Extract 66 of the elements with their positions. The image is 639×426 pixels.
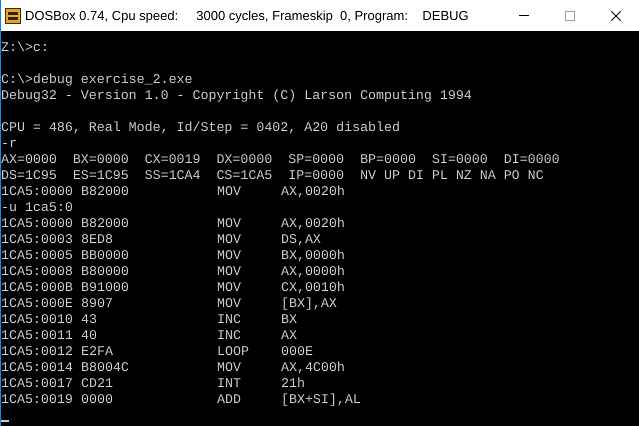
opcode-bytes: 8ED8 xyxy=(81,232,114,248)
mnemonic-text: MOV xyxy=(217,184,242,200)
minimize-icon xyxy=(519,15,529,16)
opcode-bytes: BB0000 xyxy=(81,248,130,264)
operand-text: AX,0000h xyxy=(281,264,345,280)
opcode-bytes: E2FA xyxy=(81,344,114,360)
maximize-icon xyxy=(565,10,575,20)
mnemonic-text: MOV xyxy=(217,296,242,312)
operand-text: AX,0020h xyxy=(281,184,345,200)
opcode-bytes: B8004C xyxy=(81,360,130,376)
operand-text: [BX],AX xyxy=(281,296,337,312)
opcode-bytes: B82000 xyxy=(81,216,130,232)
mnemonic-text: LOOP xyxy=(217,344,250,360)
mnemonic-text: MOV xyxy=(217,264,242,280)
mnemonic-text: MOV xyxy=(217,216,242,232)
opcode-bytes: 8907 xyxy=(81,296,114,312)
address-text: 1CA5:0003 xyxy=(1,232,74,248)
operand-text: AX,4C00h xyxy=(281,360,345,376)
operand-text: AX,0020h xyxy=(281,216,345,232)
console-line: C:\>debug exercise_2.exe xyxy=(1,72,193,88)
window-title: DOSBox 0.74, Cpu speed: 3000 cycles, Frameskip 0, Program: DEBUG xyxy=(25,6,469,25)
address-text: 1CA5:0000 xyxy=(1,184,74,200)
opcode-bytes: 43 xyxy=(81,312,98,328)
opcode-bytes: B91000 xyxy=(81,280,130,296)
address-text: 1CA5:0008 xyxy=(1,264,74,280)
operand-text: 000E xyxy=(281,344,313,360)
mnemonic-text: ADD xyxy=(217,392,242,408)
address-text: 1CA5:0014 xyxy=(1,360,74,376)
operand-text: CX,0010h xyxy=(281,280,345,296)
opcode-bytes: 0000 xyxy=(81,392,114,408)
address-text: 1CA5:000E xyxy=(1,296,74,312)
opcode-bytes: B82000 xyxy=(81,184,130,200)
address-text: 1CA5:0000 xyxy=(1,216,74,232)
mnemonic-text: MOV xyxy=(217,280,242,296)
console-line: Debug32 - Version 1.0 - Copyright (C) Larson Computing 1994 xyxy=(1,88,472,104)
operand-text: BX,0000h xyxy=(281,248,345,264)
address-text: 1CA5:0011 xyxy=(1,328,74,344)
app-logo-icon xyxy=(5,8,21,24)
mnemonic-text: MOV xyxy=(217,232,242,248)
address-text: 1CA5:0010 xyxy=(1,312,74,328)
mnemonic-text: INC xyxy=(217,312,242,328)
console-line: DS=1C95 ES=1C95 SS=1CA4 CS=1CA5 IP=0000 NV UP DI PL NZ NA PO NC xyxy=(1,168,544,184)
mnemonic-text: INT xyxy=(217,376,242,392)
close-icon xyxy=(611,10,621,20)
console-line: CPU = 486, Real Mode, Id/Step = 0402, A20 disabled xyxy=(1,120,400,136)
mnemonic-text: MOV xyxy=(217,248,242,264)
address-text: 1CA5:0012 xyxy=(1,344,74,360)
console-line: -r xyxy=(1,136,17,152)
opcode-bytes: 40 xyxy=(81,328,98,344)
mnemonic-text: MOV xyxy=(217,360,242,376)
console-line: -u 1ca5:0 xyxy=(1,200,73,216)
opcode-bytes: B80000 xyxy=(81,264,130,280)
address-text: 1CA5:0019 xyxy=(1,392,74,408)
operand-text: [BX+SI],AL xyxy=(281,392,361,408)
operand-text: BX xyxy=(281,312,297,328)
address-text: 1CA5:0005 xyxy=(1,248,74,264)
opcode-bytes: CD21 xyxy=(81,376,114,392)
operand-text: AX xyxy=(281,328,297,344)
address-text: 1CA5:000B xyxy=(1,280,74,296)
operand-text: 21h xyxy=(281,376,305,392)
mnemonic-text: INC xyxy=(217,328,242,344)
text-cursor xyxy=(1,420,9,422)
operand-text: DS,AX xyxy=(281,232,321,248)
address-text: 1CA5:0017 xyxy=(1,376,74,392)
console-line: AX=0000 BX=0000 CX=0019 DX=0000 SP=0000 BP=0000 SI=0000 DI=0000 xyxy=(1,152,560,168)
console-line: Z:\>c: xyxy=(1,40,49,56)
